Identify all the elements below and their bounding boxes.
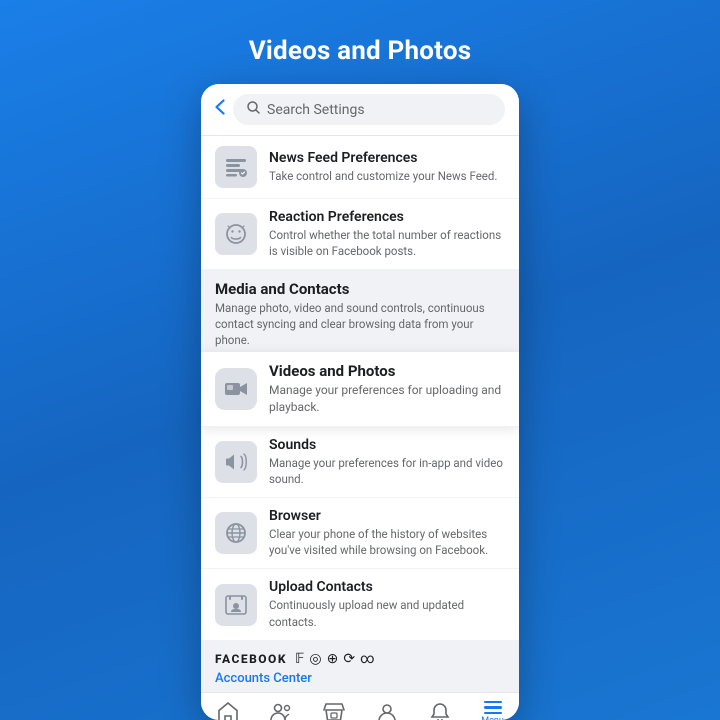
page-title: Videos and Photos bbox=[249, 36, 472, 66]
videos-photos-item[interactable]: Videos and Photos Manage your preference… bbox=[201, 352, 519, 427]
browser-title: Browser bbox=[269, 508, 505, 524]
instagram-icon: ◎ bbox=[309, 651, 321, 667]
sounds-text: Sounds Manage your preferences for in-ap… bbox=[269, 437, 505, 487]
phone-card: Search Settings News Feed Preferences Ta… bbox=[201, 84, 519, 720]
nav-label-menu: Menu bbox=[481, 716, 504, 720]
home-icon bbox=[217, 701, 239, 720]
nav-item-menu[interactable]: Menu bbox=[466, 701, 519, 720]
videos-photos-text: Videos and Photos Manage your preference… bbox=[269, 362, 505, 416]
nav-item-news-feed[interactable]: News Feed bbox=[201, 701, 254, 720]
reaction-desc: Control whether the total number of reac… bbox=[269, 227, 505, 259]
fb-brand: FACEBOOK bbox=[215, 652, 287, 666]
news-feed-icon bbox=[215, 146, 257, 188]
list-item[interactable]: Reaction Preferences Control whether the… bbox=[201, 199, 519, 270]
reaction-text: Reaction Preferences Control whether the… bbox=[269, 209, 505, 259]
menu-icon bbox=[484, 701, 502, 715]
videos-photos-desc: Manage your preferences for uploading an… bbox=[269, 382, 505, 416]
upload-contacts-desc: Continuously upload new and updated cont… bbox=[269, 597, 505, 629]
sounds-desc: Manage your preferences for in-app and v… bbox=[269, 455, 505, 487]
friends-icon bbox=[270, 701, 292, 720]
reaction-title: Reaction Preferences bbox=[269, 209, 505, 225]
browser-text: Browser Clear your phone of the history … bbox=[269, 508, 505, 558]
news-feed-desc: Take control and customize your News Fee… bbox=[269, 168, 505, 184]
settings-list: News Feed Preferences Take control and c… bbox=[201, 136, 519, 641]
oculus-icon: ∞ bbox=[360, 651, 374, 667]
list-item[interactable]: News Feed Preferences Take control and c… bbox=[201, 136, 519, 199]
bottom-nav: News Feed Friends Marketp bbox=[201, 692, 519, 720]
list-item[interactable]: Sounds Manage your preferences for in-ap… bbox=[201, 427, 519, 498]
accounts-center-link[interactable]: Accounts Center bbox=[215, 671, 505, 686]
list-item[interactable]: Upload Contacts Continuously upload new … bbox=[201, 569, 519, 640]
nav-item-friends[interactable]: Friends bbox=[254, 701, 307, 720]
profile-icon bbox=[376, 701, 398, 720]
sounds-icon bbox=[215, 441, 257, 483]
upload-contacts-icon bbox=[215, 584, 257, 626]
messenger-icon: ⟳ bbox=[343, 651, 355, 667]
nav-item-profile[interactable]: Profile bbox=[360, 701, 413, 720]
videos-photos-title: Videos and Photos bbox=[269, 362, 505, 380]
upload-contacts-title: Upload Contacts bbox=[269, 579, 505, 595]
search-placeholder: Search Settings bbox=[267, 102, 365, 118]
section-title: Media and Contacts bbox=[215, 280, 505, 298]
whatsapp-icon: ⊕ bbox=[327, 651, 339, 667]
browser-desc: Clear your phone of the history of websi… bbox=[269, 526, 505, 558]
section-header: Media and Contacts Manage photo, video a… bbox=[201, 270, 519, 352]
fb-social-icons: 𝔽 ◎ ⊕ ⟳ ∞ bbox=[295, 651, 375, 667]
facebook-icon: 𝔽 bbox=[295, 651, 304, 667]
browser-icon bbox=[215, 512, 257, 554]
list-item[interactable]: Browser Clear your phone of the history … bbox=[201, 498, 519, 569]
search-input-wrapper[interactable]: Search Settings bbox=[233, 94, 505, 125]
fb-brand-row: FACEBOOK 𝔽 ◎ ⊕ ⟳ ∞ bbox=[215, 651, 505, 667]
nav-item-marketplace[interactable]: Marketplace bbox=[307, 701, 360, 720]
marketplace-icon bbox=[323, 701, 345, 720]
facebook-footer: FACEBOOK 𝔽 ◎ ⊕ ⟳ ∞ Accounts Center bbox=[201, 641, 519, 692]
news-feed-title: News Feed Preferences bbox=[269, 150, 505, 166]
bell-icon bbox=[429, 701, 451, 720]
back-button[interactable] bbox=[215, 99, 225, 120]
search-bar: Search Settings bbox=[201, 84, 519, 136]
videos-photos-icon bbox=[215, 368, 257, 410]
section-desc: Manage photo, video and sound controls, … bbox=[215, 300, 505, 348]
sounds-title: Sounds bbox=[269, 437, 505, 453]
upload-contacts-text: Upload Contacts Continuously upload new … bbox=[269, 579, 505, 629]
reaction-icon bbox=[215, 213, 257, 255]
search-icon bbox=[247, 101, 260, 118]
nav-item-notifications[interactable]: Notifications bbox=[413, 701, 466, 720]
news-feed-text: News Feed Preferences Take control and c… bbox=[269, 150, 505, 184]
